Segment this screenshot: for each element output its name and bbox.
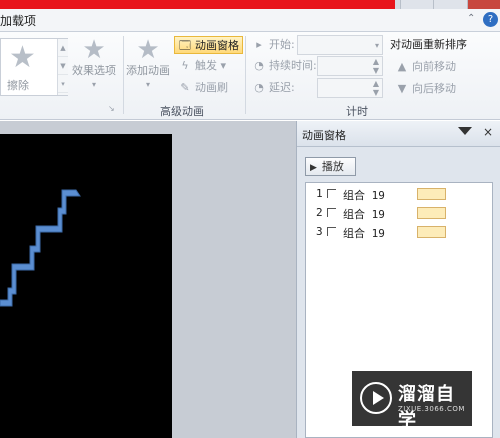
pane-options-icon[interactable] (458, 127, 472, 135)
dropdown-icon: ▾ (374, 41, 379, 50)
staircase-graphic[interactable] (0, 134, 172, 438)
up-arrow-icon: ▲ (397, 60, 407, 73)
watermark-site: ZIXUE.3066.COM (398, 405, 465, 413)
delay-label: ◔ 延迟: (252, 79, 295, 97)
list-item[interactable]: 2 组合 19 (306, 204, 492, 221)
spin-up-icon[interactable]: ▲ (373, 80, 379, 88)
help-icon[interactable]: ? (483, 12, 498, 27)
list-item[interactable]: 1 组合 19 (306, 185, 492, 202)
watermark: 溜溜自学 ZIXUE.3066.COM (352, 371, 472, 431)
animation-gallery: ★ 擦除 ▲ ▼ ▾ (0, 38, 68, 96)
close-icon[interactable]: × (483, 125, 493, 139)
timing-bar (417, 207, 446, 219)
add-animation-label: 添加动画 (126, 64, 170, 77)
timing-bar (417, 226, 446, 238)
effect-options-label: 效果选项 (72, 64, 116, 77)
click-trigger-icon (327, 189, 336, 198)
spin-down-icon[interactable]: ▼ (373, 89, 379, 97)
group-separator (123, 36, 124, 114)
add-star-icon: ★ (136, 35, 160, 65)
slide-canvas[interactable] (0, 134, 172, 438)
dropdown-icon: ▾ (91, 80, 96, 89)
lightning-icon: ϟ (181, 59, 189, 72)
ribbon-tab-row: 加载项 ⌃ ? (0, 9, 500, 32)
title-highlight (0, 0, 395, 9)
timing-bar (417, 188, 446, 200)
move-later-button[interactable]: ▼ 向后移动 (395, 80, 456, 98)
scroll-up-icon[interactable]: ▲ (58, 39, 68, 57)
dropdown-icon: ▾ (145, 80, 150, 89)
animation-pane-label: 动画窗格 (195, 39, 239, 52)
start-label: ▸ 开始: (252, 36, 294, 54)
animation-pane-header: 动画窗格 × (297, 121, 500, 147)
animation-painter-button[interactable]: ✎ 动画刷 (178, 79, 228, 97)
clock-icon: ◔ (254, 81, 264, 94)
move-earlier-button[interactable]: ▲ 向前移动 (395, 58, 456, 76)
trigger-button[interactable]: ϟ 触发 ▾ (178, 57, 226, 75)
remove-label: 擦除 (7, 79, 29, 92)
click-trigger-icon (327, 227, 336, 236)
maximize-button[interactable] (433, 0, 467, 9)
collapse-ribbon-icon[interactable]: ⌃ (467, 13, 475, 24)
play-icon: ▶ (310, 163, 317, 173)
effect-options-button[interactable]: ★ 效果选项 ▾ (70, 36, 118, 92)
close-button[interactable] (466, 0, 500, 9)
slide-work-area (0, 121, 296, 438)
down-arrow-icon: ▼ (397, 82, 407, 95)
gallery-more-icon[interactable]: ▾ (58, 75, 68, 93)
trigger-label: 触发 (195, 59, 217, 72)
gallery-scrollbar[interactable]: ▲ ▼ ▾ (57, 39, 68, 95)
animation-pane-button[interactable]: 🗔 动画窗格 (174, 36, 243, 54)
add-animation-button[interactable]: ★ 添加动画 ▾ (125, 36, 171, 92)
window-controls (400, 0, 500, 9)
gallery-item-remove[interactable]: ★ 擦除 (1, 39, 56, 95)
duration-label: ◔ 持续时间: (252, 57, 317, 75)
animations-ribbon: ★ 擦除 ▲ ▼ ▾ ★ 效果选项 ▾ ↘ ★ 添加动画 ▾ 🗔 动画窗格 ϟ 触发… (0, 32, 500, 120)
clock-icon: ◔ (254, 59, 264, 72)
animation-pane-icon: 🗔 (179, 39, 191, 52)
scroll-down-icon[interactable]: ▼ (58, 57, 68, 75)
play-button[interactable]: ▶ 播放 (305, 157, 356, 176)
minimize-button[interactable] (400, 0, 434, 9)
animation-painter-label: 动画刷 (195, 81, 228, 94)
advanced-animation-group-label: 高级动画 (160, 105, 204, 118)
reorder-label: 对动画重新排序 (390, 38, 467, 51)
brush-icon: ✎ (180, 81, 190, 94)
timing-group-label: 计时 (346, 105, 368, 118)
play-small-icon: ▸ (256, 38, 262, 51)
play-logo-icon (360, 382, 392, 414)
play-label: 播放 (321, 160, 344, 173)
spin-up-icon[interactable]: ▲ (373, 58, 379, 66)
list-item[interactable]: 3 组合 19 (306, 223, 492, 240)
tab-addins[interactable]: 加载项 (0, 12, 36, 29)
start-dropdown[interactable]: ▾ (297, 35, 383, 55)
star-icon: ★ (9, 40, 36, 75)
animation-pane-title: 动画窗格 (302, 129, 346, 142)
click-trigger-icon (327, 208, 336, 217)
group-separator (245, 36, 246, 114)
title-bar (0, 0, 500, 9)
delay-stepper[interactable]: ▲ ▼ (317, 78, 383, 98)
dialog-launcher-icon[interactable]: ↘ (108, 104, 115, 113)
duration-stepper[interactable]: ▲ ▼ (317, 56, 383, 76)
star-icon: ★ (82, 35, 106, 65)
spin-down-icon[interactable]: ▼ (373, 67, 379, 75)
